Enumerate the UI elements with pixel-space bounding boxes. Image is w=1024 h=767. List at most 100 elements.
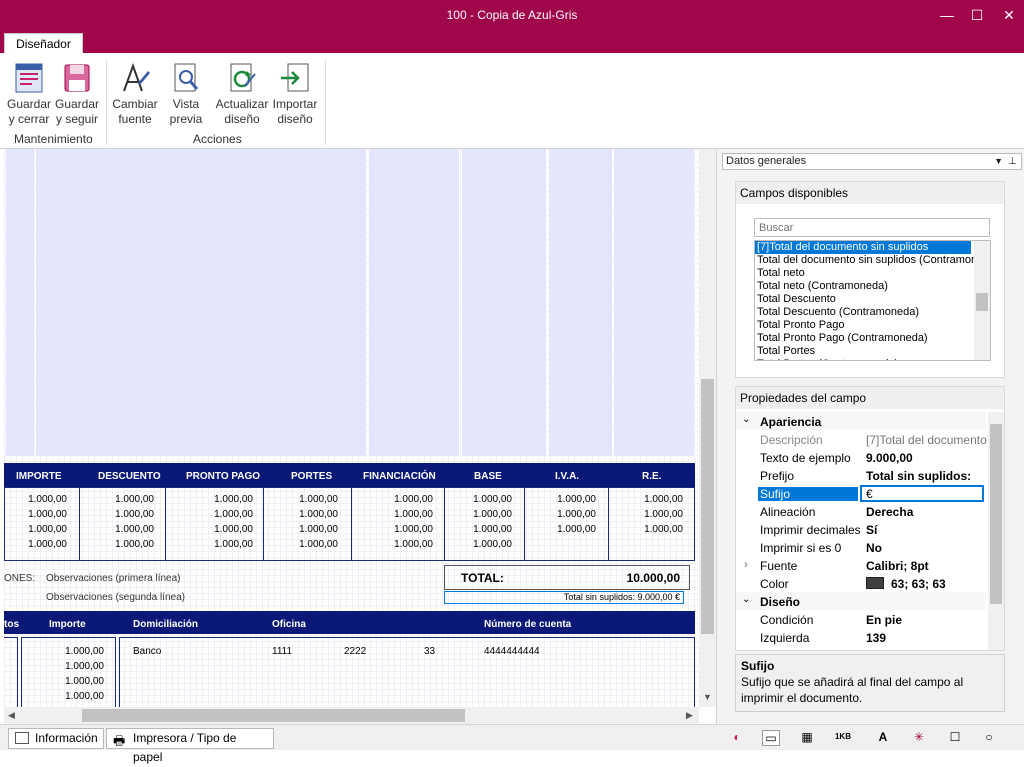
property-value[interactable]: 63; 63; 63 — [891, 577, 946, 591]
field-list-item[interactable]: Total Portes — [755, 345, 990, 358]
close-button[interactable]: ✕ — [994, 4, 1024, 26]
scroll-right-arrow-icon[interactable]: ▶ — [686, 710, 693, 721]
property-row[interactable]: › Fuente Calibri; 8pt — [736, 556, 986, 574]
totals-value-cell[interactable]: 1.000,00 — [84, 539, 154, 550]
scroll-left-arrow-icon[interactable]: ◀ — [8, 710, 15, 721]
totals-value-cell[interactable]: 1.000,00 — [268, 539, 338, 550]
detail-column[interactable] — [462, 149, 546, 456]
property-value[interactable]: En pie — [866, 613, 902, 627]
property-value[interactable]: No — [866, 541, 882, 555]
barcode-icon[interactable]: 1KB — [834, 730, 852, 744]
design-canvas[interactable]: IMPORTE DESCUENTO PRONTO PAGO PORTES FIN… — [4, 149, 699, 707]
totals-value-cell[interactable]: 1.000,00 — [526, 509, 596, 520]
property-row[interactable]: Izquierda 139 — [736, 628, 986, 646]
totals-header[interactable]: IMPORTE DESCUENTO PRONTO PAGO PORTES FIN… — [4, 463, 695, 487]
save-continue-button[interactable]: Guardar y seguir — [54, 61, 100, 127]
detail-column[interactable] — [614, 149, 694, 456]
totals-value-cell[interactable]: 1.000,00 — [4, 539, 67, 550]
expand-arrow-icon[interactable]: › — [744, 557, 748, 571]
totals-value-cell[interactable]: 1.000,00 — [363, 539, 433, 550]
payment-amount-cell[interactable]: 1.000,00 — [34, 661, 104, 672]
totals-value-cell[interactable]: 1.000,00 — [84, 509, 154, 520]
totals-value-cell[interactable]: 1.000,00 — [84, 494, 154, 505]
field-list-item[interactable]: [7]Total del documento sin suplidos — [755, 241, 971, 254]
field-list-item[interactable]: Total del documento sin suplidos (Contra… — [755, 254, 990, 267]
property-row[interactable]: Condición En pie — [736, 610, 986, 628]
totals-value-cell[interactable]: 1.000,00 — [442, 494, 512, 505]
detail-column[interactable] — [549, 149, 612, 456]
totals-value-cell[interactable]: 1.000,00 — [526, 524, 596, 535]
field-search-input[interactable] — [754, 218, 990, 237]
totals-value-cell[interactable]: 1.000,00 — [442, 524, 512, 535]
totals-value-cell[interactable]: 1.000,00 — [268, 494, 338, 505]
vertical-scrollbar[interactable]: ▼ — [699, 149, 716, 707]
property-row[interactable]: Prefijo Total sin suplidos: — [736, 466, 986, 484]
field-list-item[interactable]: Total neto (Contramoneda) — [755, 280, 990, 293]
field-list-item[interactable]: Total Pronto Pago — [755, 319, 990, 332]
detail-column[interactable] — [369, 149, 459, 456]
property-value[interactable]: 139 — [866, 631, 886, 645]
update-design-button[interactable]: Actualizar diseño — [215, 61, 269, 127]
category-apariencia[interactable]: ⌄ Apariencia — [736, 412, 986, 430]
tab-impresora[interactable]: 🖶 Impresora / Tipo de papel — [106, 728, 274, 764]
field-list-item[interactable]: Total Pronto Pago (Contramoneda) — [755, 332, 990, 345]
totals-value-cell[interactable]: 1.000,00 — [4, 524, 67, 535]
property-row[interactable]: Texto de ejemplo 9.000,00 — [736, 448, 986, 466]
property-row[interactable]: Imprimir si es 0 No — [736, 538, 986, 556]
property-value[interactable]: € — [860, 485, 984, 502]
payment-cell[interactable] — [119, 637, 695, 707]
totals-value-cell[interactable]: 1.000,00 — [363, 509, 433, 520]
text-icon[interactable]: A — [874, 730, 892, 744]
field-list-item[interactable]: Total Descuento (Contramoneda) — [755, 306, 990, 319]
table-icon[interactable]: ▦ — [798, 730, 816, 744]
totals-value-cell[interactable]: 1.000,00 — [4, 509, 67, 520]
preview-button[interactable]: Vista previa — [164, 61, 208, 127]
totals-value-cell[interactable]: 1.000,00 — [183, 509, 253, 520]
totals-value-cell[interactable]: 1.000,00 — [526, 494, 596, 505]
property-row[interactable]: Sufijo € — [736, 484, 986, 502]
totals-value-cell[interactable]: 1.000,00 — [613, 509, 683, 520]
observations-line2[interactable]: Observaciones (segunda línea) — [46, 592, 185, 603]
totals-value-cell[interactable]: 1.000,00 — [613, 494, 683, 505]
totals-value-cell[interactable]: 1.000,00 — [363, 494, 433, 505]
scroll-down-arrow-icon[interactable]: ▼ — [703, 692, 712, 702]
detail-column[interactable] — [286, 149, 366, 456]
minimize-button[interactable]: — — [932, 4, 962, 26]
detail-column[interactable] — [36, 149, 286, 456]
circle-icon[interactable]: ○ — [980, 730, 998, 744]
payment-amount-cell[interactable]: 1.000,00 — [34, 691, 104, 702]
payment-amount-cell[interactable]: 1.000,00 — [34, 646, 104, 657]
properties-scroll-thumb[interactable] — [990, 424, 1002, 604]
totals-value-cell[interactable]: 1.000,00 — [442, 539, 512, 550]
property-value[interactable]: Calibri; 8pt — [866, 559, 929, 573]
field-list-scroll-thumb[interactable] — [976, 293, 988, 311]
totals-value-cell[interactable]: 1.000,00 — [4, 494, 67, 505]
totals-value-cell[interactable]: 1.000,00 — [268, 524, 338, 535]
property-row[interactable]: Color 63; 63; 63 — [736, 574, 986, 592]
field-list[interactable]: [7]Total del documento sin suplidos Total… — [754, 240, 991, 361]
page-icon[interactable]: ▭ — [762, 730, 780, 746]
collapse-icon[interactable]: ⌄ — [742, 594, 750, 605]
pin-icon[interactable]: ⊥ — [1008, 154, 1017, 169]
properties-scrollbar[interactable] — [988, 412, 1004, 650]
field-list-item[interactable]: Total Portes (Contramoneda) — [755, 358, 990, 360]
category-diseno[interactable]: ⌄ Diseño — [736, 592, 986, 610]
horizontal-scroll-thumb[interactable] — [82, 709, 465, 722]
dropdown-arrow-icon[interactable]: ▼ — [994, 154, 1003, 169]
change-font-button[interactable]: Cambiar fuente — [112, 61, 158, 127]
totals-value-cell[interactable]: 1.000,00 — [183, 539, 253, 550]
color-swatch[interactable] — [866, 577, 884, 589]
property-value[interactable]: [7]Total del documento — [866, 433, 987, 447]
property-row[interactable]: Imprimir decimales Sí — [736, 520, 986, 538]
totals-value-cell[interactable]: 1.000,00 — [183, 494, 253, 505]
payment-amount-cell[interactable]: 1.000,00 — [34, 676, 104, 687]
import-design-button[interactable]: Importar diseño — [271, 61, 319, 127]
payment-cell[interactable] — [4, 637, 18, 707]
totals-value-cell[interactable]: 1.000,00 — [613, 524, 683, 535]
palette-icon[interactable]: ◐ — [728, 730, 746, 744]
data-source-combo[interactable]: Datos generales ▼ ⊥ — [722, 153, 1022, 170]
totals-value-cell[interactable]: 1.000,00 — [363, 524, 433, 535]
property-value[interactable]: Sí — [866, 523, 877, 537]
totals-value-cell[interactable]: 1.000,00 — [268, 509, 338, 520]
vertical-scroll-thumb[interactable] — [701, 379, 714, 634]
